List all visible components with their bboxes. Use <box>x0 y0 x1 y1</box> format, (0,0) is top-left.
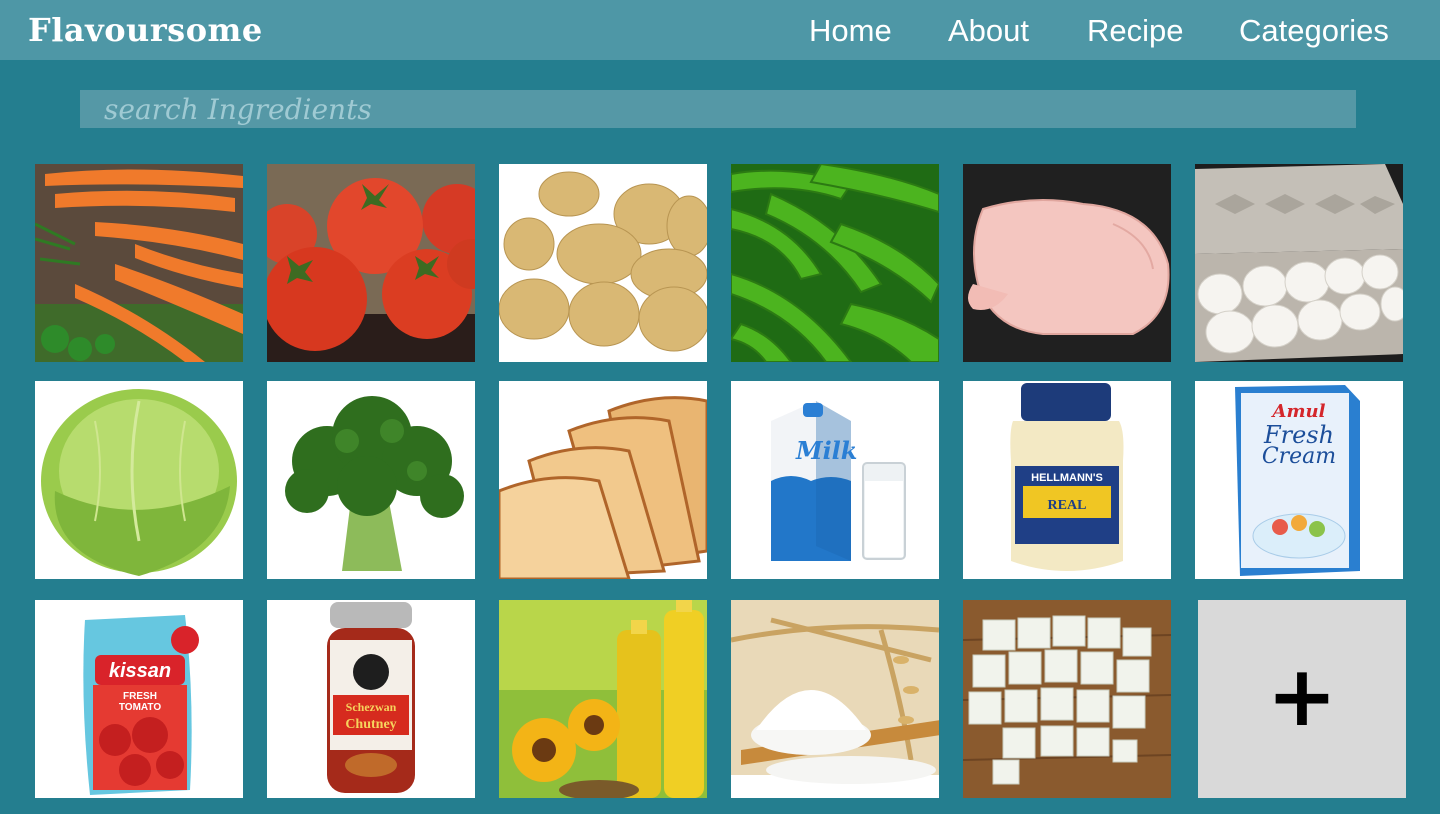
chutney-line2-label: Chutney <box>345 717 396 732</box>
tomatoes-image <box>267 164 475 362</box>
green-chillies-image <box>731 164 939 362</box>
nav-about-link[interactable]: About <box>948 14 1029 48</box>
ingredient-tile-broccoli[interactable] <box>267 381 475 579</box>
potatoes-image <box>499 164 707 362</box>
cream-image: Amul Fresh Cream <box>1195 381 1403 579</box>
oil-image <box>499 600 707 798</box>
ingredient-tile-milk[interactable]: Milk <box>731 381 939 579</box>
mayonnaise-brand-label: HELLMANN'S <box>1031 472 1103 484</box>
add-ingredient-button[interactable]: + <box>1198 600 1406 798</box>
eggs-image <box>1195 164 1403 362</box>
carrots-image <box>35 164 243 362</box>
broccoli-image <box>267 381 475 579</box>
ingredient-tile-carrots[interactable] <box>35 164 243 362</box>
cream-line2-label: Cream <box>1262 444 1336 469</box>
milk-image: Milk <box>731 381 939 579</box>
ingredient-tile-cream[interactable]: Amul Fresh Cream <box>1195 381 1403 579</box>
chutney-line1-label: Schezwan <box>346 700 397 714</box>
search-ingredients-input[interactable] <box>80 90 1356 128</box>
milk-carton-label: Milk <box>795 436 857 465</box>
navbar: Flavoursome Home About Recipe Categories <box>0 0 1440 60</box>
ingredient-tile-chutney[interactable]: Schezwan Chutney <box>267 600 475 798</box>
flour-image <box>731 600 939 798</box>
chicken-image <box>963 164 1171 362</box>
ingredient-tile-cabbage[interactable] <box>35 381 243 579</box>
paneer-image <box>963 600 1171 798</box>
ingredient-tile-ketchup[interactable]: kissan FRESH TOMATO <box>35 600 243 798</box>
plus-icon: + <box>1266 647 1338 745</box>
cream-brand-label: Amul <box>1271 401 1326 422</box>
bread-image <box>499 381 707 579</box>
ingredient-tile-potatoes[interactable] <box>499 164 707 362</box>
mayonnaise-product-label: REAL <box>1048 498 1087 513</box>
ingredient-tile-tomatoes[interactable] <box>267 164 475 362</box>
brand-logo[interactable]: Flavoursome <box>28 12 263 48</box>
cabbage-image <box>35 381 243 579</box>
ketchup-brand-label: kissan <box>109 660 171 682</box>
nav-home-link[interactable]: Home <box>809 14 892 48</box>
ingredient-tile-paneer[interactable] <box>963 600 1171 798</box>
ketchup-image: kissan FRESH TOMATO <box>35 600 243 798</box>
ingredient-tile-green-chillies[interactable] <box>731 164 939 362</box>
ingredient-tile-chicken[interactable] <box>963 164 1171 362</box>
nav-recipe-link[interactable]: Recipe <box>1087 14 1184 48</box>
ketchup-line2-label: TOMATO <box>119 702 161 713</box>
ingredient-tile-bread[interactable] <box>499 381 707 579</box>
chutney-image: Schezwan Chutney <box>267 600 475 798</box>
ingredient-tile-mayonnaise[interactable]: HELLMANN'S REAL <box>963 381 1171 579</box>
nav-categories-link[interactable]: Categories <box>1239 14 1389 48</box>
ingredient-tile-flour[interactable] <box>731 600 939 798</box>
ingredient-tile-oil[interactable] <box>499 600 707 798</box>
ingredient-tile-eggs[interactable] <box>1195 164 1403 362</box>
mayonnaise-image: HELLMANN'S REAL <box>963 381 1171 579</box>
ketchup-line1-label: FRESH <box>123 691 157 702</box>
